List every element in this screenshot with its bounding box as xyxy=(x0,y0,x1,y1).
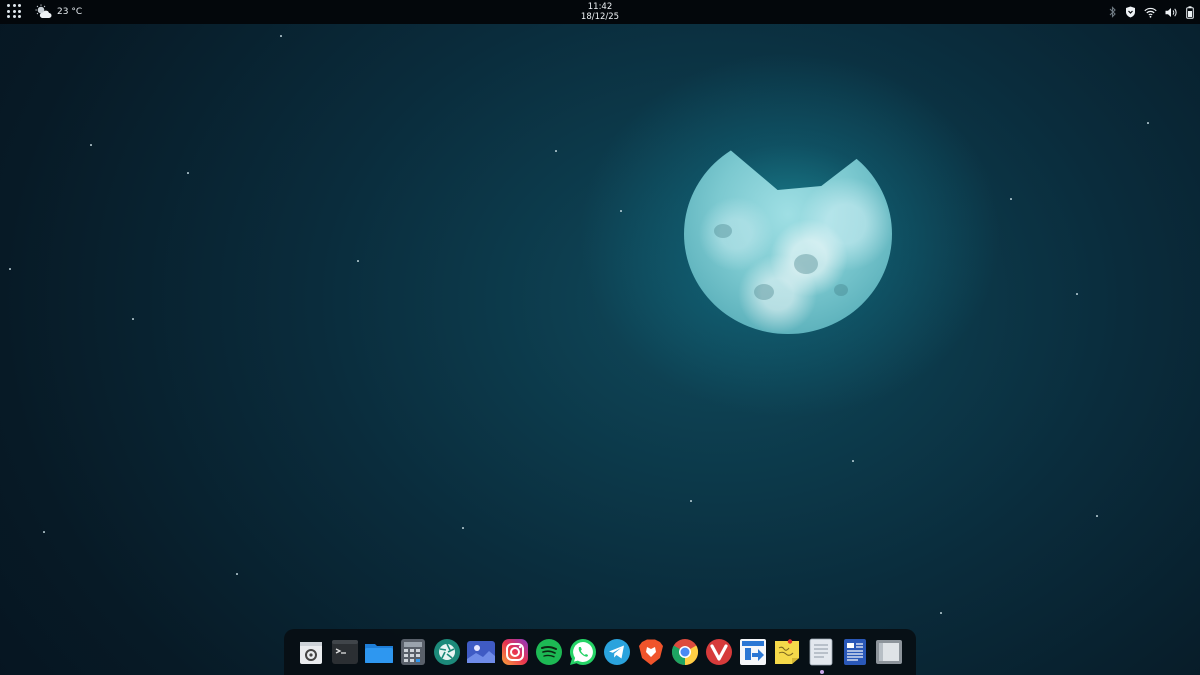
clock-time: 11:42 xyxy=(587,2,613,12)
sticky-notes-icon xyxy=(775,639,799,664)
vivaldi-icon xyxy=(706,639,732,665)
battery-icon[interactable] xyxy=(1186,5,1194,19)
dock-item-spotify[interactable] xyxy=(534,637,564,667)
running-indicator-dot xyxy=(820,670,824,674)
weather-widget[interactable]: 23 °C xyxy=(34,3,82,21)
image-viewer-icon xyxy=(467,641,495,663)
dock-item-calculator[interactable] xyxy=(398,637,428,667)
folder-icon xyxy=(365,644,393,663)
dock-item-notes[interactable] xyxy=(772,637,802,667)
wifi-icon[interactable] xyxy=(1144,7,1157,18)
dock xyxy=(284,629,916,675)
dock-item-terminal[interactable] xyxy=(330,637,360,667)
clock-date: 18/12/25 xyxy=(580,12,620,22)
brave-lion-icon xyxy=(639,639,663,665)
clock-widget[interactable]: 11:42 18/12/25 xyxy=(550,2,650,22)
volume-icon[interactable] xyxy=(1165,7,1178,18)
dock-item-photos[interactable] xyxy=(466,637,496,667)
dock-item-camera[interactable] xyxy=(432,637,462,667)
dock-item-remote-desktop[interactable] xyxy=(738,637,768,667)
word-processor-icon xyxy=(844,639,866,665)
document-icon xyxy=(809,638,833,666)
system-tray[interactable] xyxy=(1109,4,1194,20)
dock-item-documents[interactable] xyxy=(806,637,836,667)
whatsapp-icon xyxy=(569,639,596,665)
spotify-icon xyxy=(536,639,562,665)
bluetooth-icon[interactable] xyxy=(1109,6,1117,18)
dock-item-vivaldi[interactable] xyxy=(704,637,734,667)
remote-desktop-icon xyxy=(740,639,766,665)
top-panel: 23 °C 11:42 18/12/25 xyxy=(0,0,1200,24)
calculator-icon xyxy=(401,639,425,665)
app-grid-icon[interactable] xyxy=(7,4,21,18)
dock-item-brave[interactable] xyxy=(636,637,666,667)
dock-item-whatsapp[interactable] xyxy=(568,637,598,667)
dock-item-chrome[interactable] xyxy=(670,637,700,667)
software-store-icon xyxy=(300,642,322,664)
dock-item-instagram[interactable] xyxy=(500,637,530,667)
window-manager-icon xyxy=(876,640,902,664)
camera-aperture-icon xyxy=(434,639,460,665)
vpn-shield-icon[interactable] xyxy=(1125,6,1136,18)
wallpaper-moon xyxy=(684,134,892,334)
instagram-icon xyxy=(502,639,528,665)
dock-item-telegram[interactable] xyxy=(602,637,632,667)
telegram-icon xyxy=(604,639,630,665)
weather-temperature: 23 °C xyxy=(57,7,83,17)
dock-item-windows[interactable] xyxy=(874,637,904,667)
dock-item-files[interactable] xyxy=(364,637,394,667)
dock-item-writer[interactable] xyxy=(840,637,870,667)
dock-item-store[interactable] xyxy=(296,637,326,667)
cloudy-sun-icon xyxy=(35,4,52,18)
terminal-icon xyxy=(332,640,358,664)
chrome-icon xyxy=(671,639,699,666)
